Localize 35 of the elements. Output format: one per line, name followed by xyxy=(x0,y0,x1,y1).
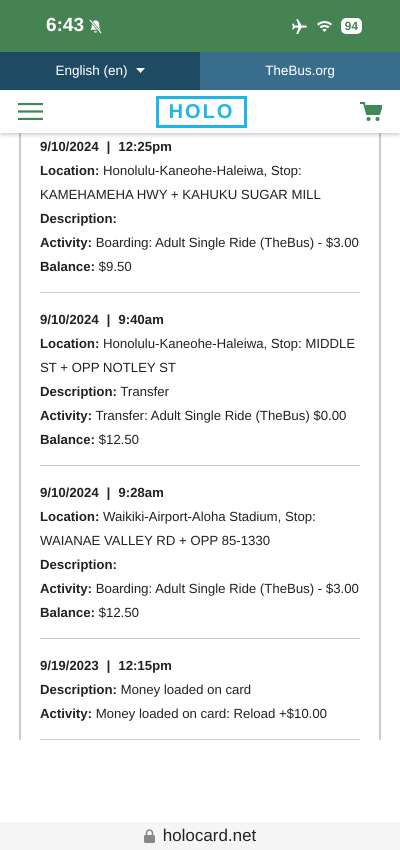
detail-line: Description: Transfer xyxy=(40,383,170,401)
url-text: holocard.net xyxy=(162,825,256,848)
separator: | xyxy=(106,657,110,675)
detail-line: Activity: Boarding: Adult Single Ride (TheBus) - $3.00 xyxy=(40,234,360,252)
battery-level: 94 xyxy=(340,18,362,34)
language-dropdown[interactable]: English (en) xyxy=(0,52,200,90)
cart-icon[interactable] xyxy=(360,102,382,122)
transaction-date: 9/19/2023 xyxy=(40,657,99,675)
transaction-date: 9/10/2024 xyxy=(40,311,99,329)
detail-line: Balance: $12.50 xyxy=(40,431,140,449)
transaction-date: 9/10/2024 xyxy=(40,484,99,502)
transaction-time: 12:25pm xyxy=(118,138,172,156)
detail-line: Location: Waikiki-Airport-Aloha Stadium, Stop: WAIANAE VALLEY RD + OPP 85-1330 xyxy=(40,508,317,550)
detail-line: Description: xyxy=(40,210,118,228)
transaction-time: 9:28am xyxy=(118,484,164,502)
wifi-icon xyxy=(316,19,333,33)
detail-line: Balance: $9.50 xyxy=(40,258,133,276)
separator: | xyxy=(106,484,110,502)
airplane-icon xyxy=(290,18,308,34)
transaction-time: 9:40am xyxy=(118,311,164,329)
detail-line: Activity: Money loaded on card: Reload +$10.00 xyxy=(40,705,328,723)
detail-line: Activity: Boarding: Adult Single Ride (TheBus) - $3.00 xyxy=(40,580,360,598)
detail-line: Location: Honolulu-Kaneohe-Haleiwa, Stop: MIDDLE ST + OPP NOTLEY ST xyxy=(40,335,356,377)
separator: | xyxy=(106,138,110,156)
detail-line: Description: Money loaded on card xyxy=(40,681,252,699)
menu-icon[interactable] xyxy=(18,103,43,120)
transaction-date: 9/10/2024 xyxy=(40,138,99,156)
detail-line: Description: xyxy=(40,556,118,574)
detail-line: Balance: $12.50 xyxy=(40,604,140,622)
detail-line: Location: Honolulu-Kaneohe-Haleiwa, Stop: KAMEHAMEHA HWY + KAHUKU SUGAR MILL xyxy=(40,162,322,204)
clock-time: 6:43 xyxy=(46,14,84,38)
transaction-time: 12:15pm xyxy=(118,657,172,675)
separator: | xyxy=(106,311,110,329)
detail-line: Activity: Transfer: Adult Single Ride (TheBus) $0.00 xyxy=(40,407,348,425)
thebus-link[interactable]: TheBus.org xyxy=(200,52,400,90)
